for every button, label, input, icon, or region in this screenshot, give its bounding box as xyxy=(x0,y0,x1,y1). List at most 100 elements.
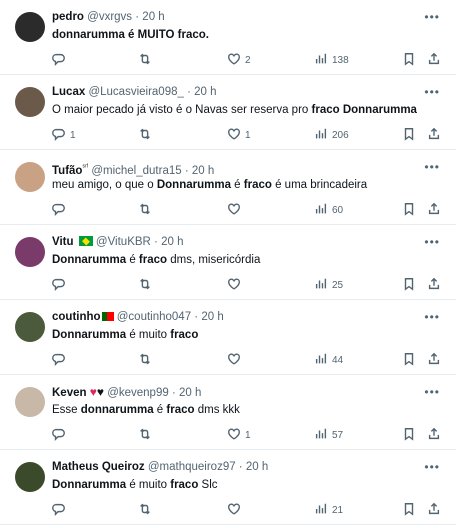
timestamp[interactable]: 20 h xyxy=(179,387,201,399)
views-count: 25 xyxy=(332,279,344,291)
tweet[interactable]: Vitu @VituKBR · 20 h ••• Donnarumma é frac… xyxy=(0,225,456,300)
views-count: 44 xyxy=(332,354,344,366)
bookmark-button[interactable] xyxy=(402,202,416,218)
reply-button[interactable]: 1 xyxy=(52,127,76,143)
bookmark-icon xyxy=(402,52,416,69)
more-icon[interactable]: ••• xyxy=(424,235,440,249)
tweet[interactable]: Keven ♥♥ @kevenp99 · 20 h ••• Esse donnaru… xyxy=(0,375,456,450)
author-name[interactable]: Vitu xyxy=(52,236,74,248)
timestamp[interactable]: 20 h xyxy=(194,86,216,98)
reply-icon xyxy=(52,127,66,144)
reply-icon xyxy=(52,502,66,519)
tweet[interactable]: Lucax @Lucasvieira098_ · 20 h ••• O maior … xyxy=(0,75,456,150)
bookmark-button[interactable] xyxy=(402,352,416,368)
avatar[interactable] xyxy=(15,237,45,267)
author-name[interactable]: coutinho xyxy=(52,311,101,323)
tweet-header: Matheus Queiroz @mathqueiroz97 · 20 h xyxy=(52,460,416,475)
avatar[interactable] xyxy=(15,12,45,42)
timestamp[interactable]: 20 h xyxy=(142,11,164,23)
like-button[interactable] xyxy=(227,202,245,218)
bookmark-icon xyxy=(402,202,416,219)
tweet-actions: 60 xyxy=(52,202,448,218)
author-name[interactable]: Lucax xyxy=(52,86,85,98)
share-button[interactable] xyxy=(427,127,441,143)
author-name[interactable]: Tufão xyxy=(52,165,82,177)
tweet[interactable]: Matheus Queiroz @mathqueiroz97 · 20 h •••… xyxy=(0,450,456,525)
retweet-button[interactable] xyxy=(138,502,156,518)
bookmark-button[interactable] xyxy=(402,427,416,443)
like-button[interactable]: 1 xyxy=(227,127,251,143)
reply-button[interactable] xyxy=(52,277,70,293)
views-button[interactable]: 25 xyxy=(314,277,343,293)
views-icon xyxy=(314,427,328,444)
retweet-button[interactable] xyxy=(138,277,156,293)
reply-button[interactable] xyxy=(52,352,70,368)
views-button[interactable]: 60 xyxy=(314,202,343,218)
views-button[interactable]: 44 xyxy=(314,352,343,368)
author-handle[interactable]: @coutinho047 xyxy=(117,311,191,323)
more-icon[interactable]: ••• xyxy=(424,160,440,174)
tweet-header: Keven ♥♥ @kevenp99 · 20 h xyxy=(52,385,416,401)
bookmark-button[interactable] xyxy=(402,127,416,143)
views-button[interactable]: 206 xyxy=(314,127,349,143)
retweet-button[interactable] xyxy=(138,127,156,143)
bookmark-button[interactable] xyxy=(402,277,416,293)
more-icon[interactable]: ••• xyxy=(424,460,440,474)
reply-button[interactable] xyxy=(52,52,70,68)
reply-icon xyxy=(52,52,66,69)
author-handle[interactable]: @vxrgvs xyxy=(87,11,132,23)
retweet-button[interactable] xyxy=(138,427,156,443)
avatar[interactable] xyxy=(15,162,45,192)
more-icon[interactable]: ••• xyxy=(424,385,440,399)
tweet[interactable]: Tufãoˢʳᶠ @michel_dutra15 · 20 h ••• meu am… xyxy=(0,150,456,225)
retweet-button[interactable] xyxy=(138,352,156,368)
tweet[interactable]: pedro @vxrgvs · 20 h ••• donnarumma é MUIT… xyxy=(0,0,456,75)
avatar[interactable] xyxy=(15,387,45,417)
avatar[interactable] xyxy=(15,312,45,342)
author-name[interactable]: Keven xyxy=(52,387,87,399)
tweet-text: Donnarumma é fraco dms, misericórdia xyxy=(52,253,446,268)
share-button[interactable] xyxy=(427,352,441,368)
share-button[interactable] xyxy=(427,427,441,443)
retweet-button[interactable] xyxy=(138,202,156,218)
separator-dot: · xyxy=(191,311,202,323)
author-handle[interactable]: @kevenp99 xyxy=(107,387,169,399)
retweet-button[interactable] xyxy=(138,52,156,68)
author-handle[interactable]: @Lucasvieira098_ xyxy=(88,86,183,98)
author-handle[interactable]: @VituKBR xyxy=(96,236,151,248)
like-button[interactable]: 1 xyxy=(227,427,251,443)
timestamp[interactable]: 20 h xyxy=(201,311,223,323)
avatar[interactable] xyxy=(15,87,45,117)
reply-button[interactable] xyxy=(52,427,70,443)
timestamp[interactable]: 20 h xyxy=(161,236,183,248)
views-button[interactable]: 21 xyxy=(314,502,343,518)
tweet[interactable]: coutinho @coutinho047 · 20 h ••• Donnarumm… xyxy=(0,300,456,375)
author-name[interactable]: pedro xyxy=(52,11,84,23)
timestamp[interactable]: 20 h xyxy=(192,165,214,177)
tweet-text-segment: é muito xyxy=(126,329,171,341)
timestamp[interactable]: 20 h xyxy=(246,461,268,473)
avatar[interactable] xyxy=(15,462,45,492)
share-button[interactable] xyxy=(427,202,441,218)
reply-button[interactable] xyxy=(52,502,70,518)
more-icon[interactable]: ••• xyxy=(424,310,440,324)
bookmark-button[interactable] xyxy=(402,52,416,68)
author-handle[interactable]: @mathqueiroz97 xyxy=(148,461,236,473)
share-button[interactable] xyxy=(427,52,441,68)
more-icon[interactable]: ••• xyxy=(424,85,440,99)
like-button[interactable] xyxy=(227,277,245,293)
bookmark-button[interactable] xyxy=(402,502,416,518)
reply-button[interactable] xyxy=(52,202,70,218)
like-button[interactable] xyxy=(227,502,245,518)
author-name[interactable]: Matheus Queiroz xyxy=(52,461,145,473)
share-button[interactable] xyxy=(427,277,441,293)
views-button[interactable]: 57 xyxy=(314,427,343,443)
more-icon[interactable]: ••• xyxy=(424,10,440,24)
like-button[interactable]: 2 xyxy=(227,52,251,68)
author-handle[interactable]: @michel_dutra15 xyxy=(91,165,181,177)
like-button[interactable] xyxy=(227,352,245,368)
views-button[interactable]: 138 xyxy=(314,52,349,68)
share-icon xyxy=(427,52,441,69)
share-button[interactable] xyxy=(427,502,441,518)
retweet-icon xyxy=(138,277,152,294)
